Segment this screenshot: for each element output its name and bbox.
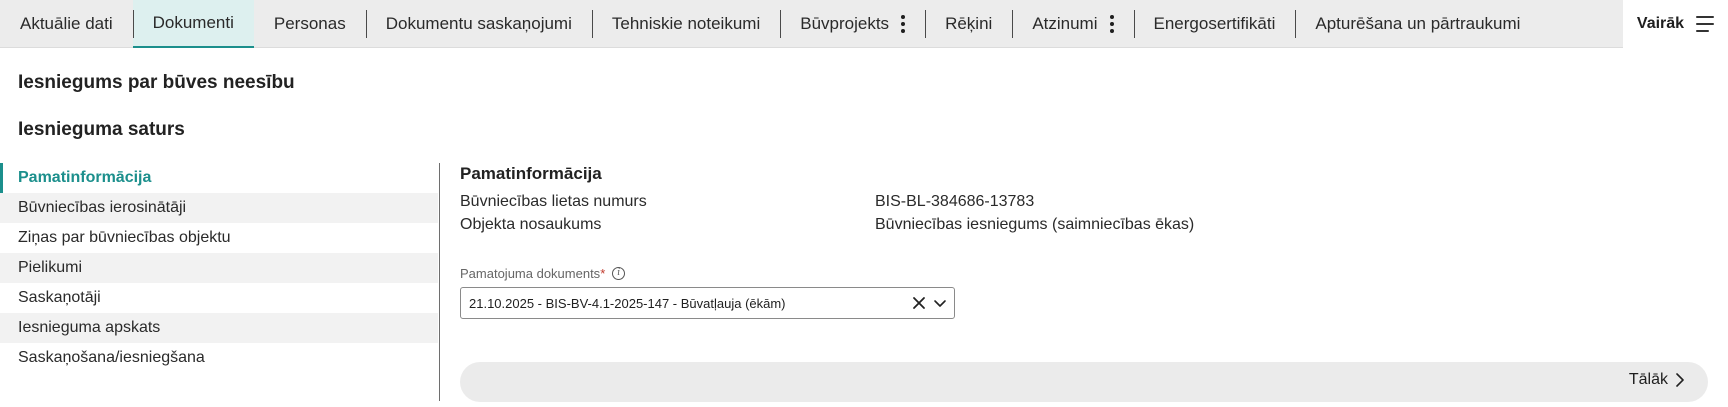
tab-label: Aktuālie dati [20, 14, 113, 33]
kebab-menu-icon[interactable] [1109, 15, 1114, 33]
info-label: Objekta nosaukums [460, 216, 602, 233]
tab-label: Dokumenti [152, 13, 234, 32]
tab-label: Būvprojekts [800, 14, 890, 33]
tab-personas[interactable]: Personas [254, 0, 366, 48]
nav-item-pielikumi[interactable]: Pielikumi [0, 253, 438, 283]
chevron-right-icon [1676, 373, 1684, 387]
form-footer-bar: Tālāk [460, 362, 1708, 402]
tab-label: Tehniskie noteikumi [611, 14, 761, 33]
kebab-menu-icon[interactable] [901, 15, 906, 33]
nav-item-saskanotaji[interactable]: Saskaņotāji [0, 283, 438, 313]
more-menu-button[interactable]: Vairāk [1623, 0, 1728, 48]
more-label: Vairāk [1636, 15, 1685, 32]
info-value: BIS-BL-384686-13783 [875, 193, 1035, 210]
tab-label: Rēķini [945, 14, 993, 33]
nav-item-zinas-par-objektu[interactable]: Ziņas par būvniecības objektu [0, 223, 438, 253]
tab-label: Atzinumi [1032, 14, 1098, 33]
pamatojuma-dokuments-label: Pamatojuma dokuments * i [460, 266, 626, 281]
tab-dokumenti[interactable]: Dokumenti [132, 0, 254, 48]
pamatojuma-dokuments-select[interactable]: 21.10.2025 - BIS-BV-4.1-2025-147 - Būvat… [460, 287, 955, 319]
tab-list: Aktuālie dati Dokumenti Personas Dokumen… [0, 0, 1540, 48]
required-mark: * [600, 266, 606, 281]
next-button[interactable]: Tālāk [1629, 371, 1686, 389]
tab-dokumentu-saskanojumi[interactable]: Dokumentu saskaņojumi [365, 0, 592, 48]
nav-item-buvniecibas-ierosinataji[interactable]: Būvniecības ierosinātāji [0, 193, 438, 223]
section-nav: Pamatinformācija Būvniecības ierosinātāj… [0, 163, 438, 373]
nav-item-saskanosana-iesniegsana[interactable]: Saskaņošana/iesniegšana [0, 343, 438, 373]
tab-buvprojekts[interactable]: Būvprojekts [780, 0, 925, 48]
tab-label: Dokumentu saskaņojumi [385, 14, 572, 33]
info-row-objekta-nosaukums: Objekta nosaukums Būvniecības iesniegums… [460, 216, 1194, 234]
tab-aptureshana[interactable]: Apturēšana un pārtraukumi [1295, 0, 1540, 48]
tab-tehniskie-noteikumi[interactable]: Tehniskie noteikumi [591, 0, 780, 48]
section-title: Iesnieguma saturs [18, 119, 185, 140]
tab-label: Apturēšana un pārtraukumi [1315, 14, 1521, 33]
info-icon[interactable]: i [612, 267, 626, 280]
tab-atzinumi[interactable]: Atzinumi [1012, 0, 1133, 48]
tab-rekini[interactable]: Rēķini [925, 0, 1012, 48]
chevron-down-icon[interactable] [932, 295, 948, 311]
tab-label: Energosertifikāti [1153, 14, 1276, 33]
nav-item-pamatinformacija[interactable]: Pamatinformācija [0, 163, 438, 193]
tab-energosertifikati[interactable]: Energosertifikāti [1133, 0, 1296, 48]
nav-item-iesnieguma-apskats[interactable]: Iesnieguma apskats [0, 313, 438, 343]
next-label: Tālāk [1628, 371, 1668, 388]
field-label-text: Pamatojuma dokuments [460, 266, 601, 281]
info-row-lietas-numurs: Būvniecības lietas numurs BIS-BL-384686-… [460, 193, 1034, 211]
top-tab-bar: Aktuālie dati Dokumenti Personas Dokumen… [0, 0, 1728, 48]
content-title: Pamatinformācija [460, 164, 602, 183]
hamburger-icon [1696, 16, 1715, 32]
info-value: Būvniecības iesniegums (saimniecības ēka… [875, 216, 1195, 233]
tab-label: Personas [273, 14, 346, 33]
vertical-divider [439, 163, 440, 401]
info-label: Būvniecības lietas numurs [460, 193, 647, 210]
clear-icon[interactable] [910, 294, 928, 312]
page-title: Iesniegums par būves neesību [18, 72, 295, 93]
select-value: 21.10.2025 - BIS-BV-4.1-2025-147 - Būvat… [469, 295, 786, 311]
tab-aktualie-dati[interactable]: Aktuālie dati [0, 0, 133, 48]
